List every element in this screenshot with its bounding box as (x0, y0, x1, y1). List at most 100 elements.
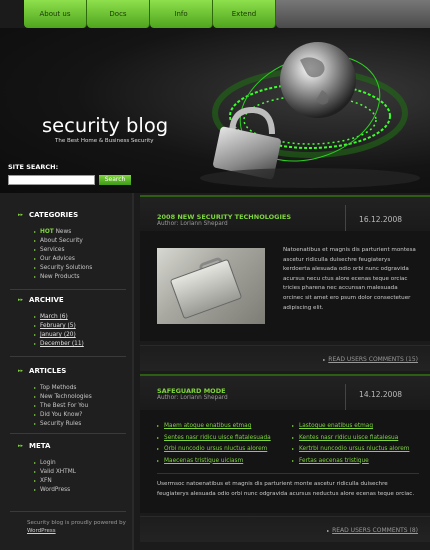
post-author: Author: Loriann Shepard (157, 221, 228, 227)
nav-extend[interactable]: Extend (213, 0, 276, 28)
category-item[interactable]: ▸ About Security (34, 236, 92, 245)
post-link[interactable]: ▸ Fertas aecenas tristique (292, 455, 409, 467)
archive-item[interactable]: ▸ March (6) (34, 312, 84, 321)
post-link[interactable]: ▸ Sentes nasr ridicu uisce fiatalesuada (157, 432, 271, 444)
archive-heading: ARCHIVE (29, 296, 64, 304)
meta-label: Valid XHTML (40, 469, 76, 475)
arrow-icon: ▸ (292, 434, 295, 440)
bullet-icon: ▸▸ (18, 297, 24, 303)
post-date: 14.12.2008 (359, 390, 402, 399)
top-nav: About us Docs Info Extend (24, 0, 276, 28)
footer-text: Security blog is proudly powered by (27, 520, 126, 526)
search-button[interactable]: Search (99, 175, 131, 185)
read-comments-label: READ USERS COMMENTS (15) (328, 356, 418, 363)
read-comments-bar: ▸ READ USERS COMMENTS (15) (140, 345, 430, 371)
date-separator (345, 384, 346, 410)
search-input[interactable] (8, 175, 95, 185)
post-link[interactable]: ▸ Kentes nasr ridicu uisce fiatalesua (292, 432, 409, 444)
archive-label: March (6) (40, 314, 68, 320)
archive-item[interactable]: ▸ January (20) (34, 330, 84, 339)
meta-section: ▸▸ META ▸ Login ▸ Valid XHTML ▸ XFN ▸ WordPre… (18, 442, 76, 494)
post-body: ▸ Maem atoque enatibus etmag ▸ Sentes nasr… (140, 410, 430, 513)
category-label: About Security (40, 238, 83, 244)
arrow-icon: ▸ (292, 457, 295, 463)
search-label: SITE SEARCH: (8, 163, 59, 171)
arrow-icon: ▸ (34, 412, 37, 417)
post-title[interactable]: SAFEGUARD MODE (157, 387, 226, 395)
category-item-news[interactable]: ▸ HOT News (34, 227, 92, 236)
arrow-icon: ▸ (34, 314, 37, 319)
post-link-label: Lastoque enatibus etmag (299, 423, 374, 429)
arrow-icon: ▸ (157, 423, 160, 428)
arrow-icon: ▸ (157, 446, 160, 451)
article-item[interactable]: ▸ Top Methods (34, 383, 92, 392)
post-link[interactable]: ▸ Orbi nuncodio ursus nluctus alorem (157, 443, 271, 455)
category-item[interactable]: ▸ Services (34, 245, 92, 254)
sidebar-divider (10, 433, 126, 434)
arrow-icon: ▸ (34, 421, 37, 426)
archive-label: January (20) (40, 332, 76, 338)
bullet-icon: ▸▸ (18, 212, 24, 218)
post-author: Author: Loriann Shepard (157, 395, 228, 401)
arrow-icon: ▸ (292, 446, 295, 451)
post-header: SAFEGUARD MODE Author: Loriann Shepard 1… (140, 374, 430, 410)
article-label: The Best For You (40, 403, 89, 409)
sidebar-divider (10, 289, 126, 290)
arrow-icon: ▸ (34, 341, 37, 346)
post-link[interactable]: ▸ Maem atoque enatibus etmag (157, 420, 271, 432)
post-link-label: Orbi nuncodio ursus nluctus alorem (164, 446, 268, 452)
footer-wordpress-link[interactable]: WordPress (27, 527, 126, 535)
archive-label: December (11) (40, 341, 84, 347)
article-label: New Technologies (40, 394, 92, 400)
meta-label: Login (40, 460, 56, 466)
header-banner: security blog The Best Home & Business S… (0, 28, 430, 193)
nav-docs[interactable]: Docs (87, 0, 150, 28)
post-header: 2008 NEW SECURITY TECHNOLOGIES Author: L… (140, 195, 430, 231)
post-body: Natoenatibus et magnis dis parturient mo… (140, 231, 430, 341)
nav-info[interactable]: Info (150, 0, 213, 28)
post-link[interactable]: ▸ Lastoque enatibus etmag (292, 420, 409, 432)
archive-item[interactable]: ▸ December (11) (34, 339, 84, 348)
read-comments-link[interactable]: ▸ READ USERS COMMENTS (15) (323, 356, 418, 363)
arrow-icon: ▸ (292, 423, 295, 428)
arrow-icon: ▸ (157, 434, 160, 440)
nav-about-us[interactable]: About us (24, 0, 87, 28)
archive-item[interactable]: ▸ February (5) (34, 321, 84, 330)
sidebar-divider (10, 511, 126, 512)
nav-filler (276, 0, 430, 28)
post-link[interactable]: ▸ Maecenas tristique uiciasm (157, 455, 271, 467)
arrow-icon: ▸ (34, 247, 37, 252)
site-title[interactable]: security blog (42, 114, 168, 137)
meta-item[interactable]: ▸ XFN (34, 476, 76, 485)
category-label: New Products (40, 274, 80, 280)
arrow-icon: ▸ (34, 265, 37, 270)
post-title[interactable]: 2008 NEW SECURITY TECHNOLOGIES (157, 213, 291, 221)
read-comments-bar: ▸ READ USERS COMMENTS (8) (140, 516, 430, 542)
bullet-icon: ▸▸ (18, 368, 24, 374)
meta-item[interactable]: ▸ Valid XHTML (34, 467, 76, 476)
globe-lock-illustration (200, 42, 420, 188)
article-item[interactable]: ▸ New Technologies (34, 392, 92, 401)
category-item[interactable]: ▸ Security Solutions (34, 263, 92, 272)
arrow-icon: ▸ (34, 229, 37, 234)
site-tagline: The Best Home & Business Security (55, 138, 154, 144)
meta-label: XFN (40, 478, 52, 484)
article-item[interactable]: ▸ Security Rules (34, 419, 92, 428)
meta-label: WordPress (40, 487, 71, 493)
post-link-label: Maecenas tristique uiciasm (164, 457, 244, 464)
category-item[interactable]: ▸ New Products (34, 272, 92, 281)
arrow-icon: ▸ (157, 457, 160, 463)
meta-item[interactable]: ▸ Login (34, 458, 76, 467)
post-link-label: Sentes nasr ridicu uisce fiatalesuada (164, 434, 271, 441)
read-comments-link[interactable]: ▸ READ USERS COMMENTS (8) (327, 527, 418, 534)
archive-label: February (5) (40, 323, 76, 329)
arrow-icon: ▸ (34, 487, 37, 492)
post-excerpt: Natoenatibus et magnis dis parturient mo… (283, 247, 416, 311)
arrow-icon: ▸ (34, 256, 37, 261)
category-item[interactable]: ▸ Our Advices (34, 254, 92, 263)
article-item[interactable]: ▸ Did You Know? (34, 410, 92, 419)
meta-item[interactable]: ▸ WordPress (34, 485, 76, 494)
arrow-icon: ▸ (323, 357, 326, 362)
post-link[interactable]: ▸ Kertrbi nuncodio ursus nluctus alorem (292, 443, 409, 455)
article-item[interactable]: ▸ The Best For You (34, 401, 92, 410)
